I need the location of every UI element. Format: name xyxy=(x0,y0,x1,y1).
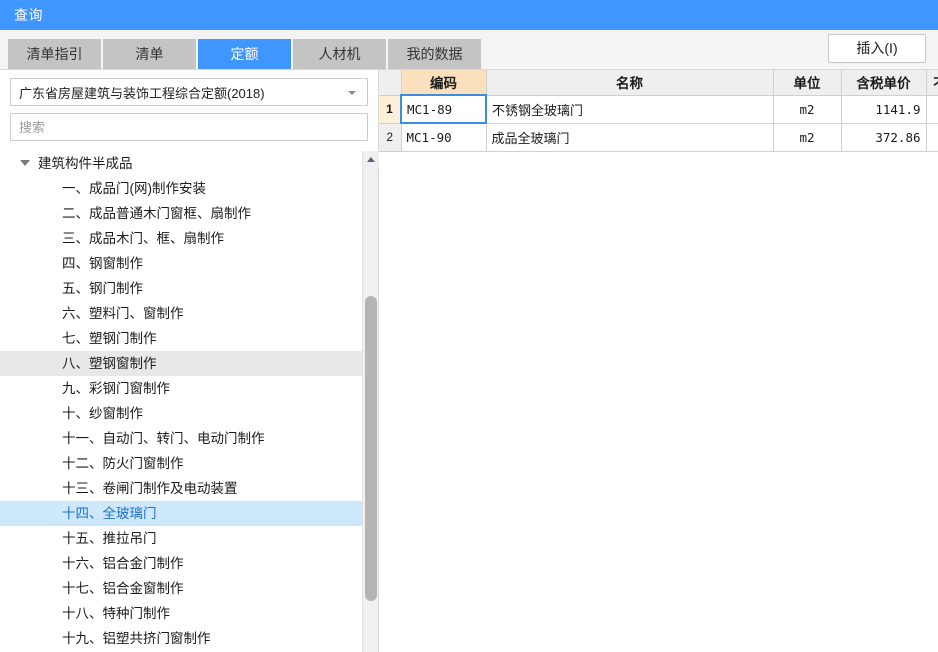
tree-item-label: 十八、特种门制作 xyxy=(62,606,170,621)
right-panel: 编码 名称 单位 含税单价 不 1MC1-89不锈钢全玻璃门m21141.92M… xyxy=(379,70,938,652)
row-number[interactable]: 1 xyxy=(379,95,402,124)
column-header-gutter xyxy=(379,70,402,96)
tree-item[interactable]: 十六、铝合金门制作 xyxy=(0,551,362,576)
tab-rencaiji[interactable]: 人材机 xyxy=(293,39,386,69)
tree-item[interactable]: 二、成品普通木门窗框、扇制作 xyxy=(0,201,362,226)
column-header-unit[interactable]: 单位 xyxy=(773,70,842,96)
tree-item-label: 二、成品普通木门窗框、扇制作 xyxy=(62,206,251,221)
search-wrap xyxy=(0,106,378,141)
tree-item[interactable]: 六、塑料门、窗制作 xyxy=(0,301,362,326)
tree-item-label: 建筑构件半成品 xyxy=(38,156,133,171)
search-input[interactable] xyxy=(10,113,368,141)
left-panel: 广东省房屋建筑与装饰工程综合定额(2018) 建筑构件半成品一、成品门(网)制作… xyxy=(0,70,379,652)
expander-triangle-icon[interactable] xyxy=(20,160,30,166)
table-header: 编码 名称 单位 含税单价 不 xyxy=(379,70,938,96)
query-window: 查询 清单指引 清单 定额 人材机 我的数据 插入(I) 广东省房屋建筑与装饰工… xyxy=(0,0,938,652)
tree-item[interactable]: 七、塑钢门制作 xyxy=(0,326,362,351)
cell-taxed-price[interactable]: 372.86 xyxy=(841,123,927,152)
window-titlebar: 查询 xyxy=(0,0,938,30)
column-header-taxed-price[interactable]: 含税单价 xyxy=(841,70,927,96)
cell-code[interactable]: MC1-90 xyxy=(401,123,487,152)
window-title: 查询 xyxy=(14,7,43,23)
tree-item-label: 十九、铝塑共挤门窗制作 xyxy=(62,631,211,646)
tab-dinge[interactable]: 定额 xyxy=(198,39,291,69)
tree-item-label: 九、彩钢门窗制作 xyxy=(62,381,170,396)
tree-item-label: 十五、推拉吊门 xyxy=(62,531,157,546)
body-area: 广东省房屋建筑与装饰工程综合定额(2018) 建筑构件半成品一、成品门(网)制作… xyxy=(0,70,938,652)
scrollbar-thumb[interactable] xyxy=(365,296,377,601)
tree-item-label: 十一、自动门、转门、电动门制作 xyxy=(62,431,265,446)
insert-button[interactable]: 插入(I) xyxy=(828,34,926,63)
cell-next[interactable] xyxy=(926,123,938,152)
tree-item[interactable]: 十五、推拉吊门 xyxy=(0,526,362,551)
cell-next[interactable] xyxy=(926,95,938,124)
tree-item[interactable]: 十三、卷闸门制作及电动装置 xyxy=(0,476,362,501)
tab-qingdan[interactable]: 清单 xyxy=(103,39,196,69)
tree-item[interactable]: 八、塑钢窗制作 xyxy=(0,351,362,376)
table-row[interactable]: 1 MC1-89 不锈钢全玻璃门 m2 1141.9 xyxy=(379,94,938,124)
tree-item[interactable]: 四、钢窗制作 xyxy=(0,251,362,276)
tree-item-label: 八、塑钢窗制作 xyxy=(62,356,157,371)
tree-item-label: 四、钢窗制作 xyxy=(62,256,143,271)
cell-name[interactable]: 成品全玻璃门 xyxy=(486,123,774,152)
cell-code[interactable]: MC1-89 xyxy=(400,94,487,124)
tree-item[interactable]: 三、成品木门、框、扇制作 xyxy=(0,226,362,251)
table-row[interactable]: 2 MC1-90 成品全玻璃门 m2 372.86 xyxy=(379,123,938,152)
tree-item[interactable]: 九、彩钢门窗制作 xyxy=(0,376,362,401)
cell-unit[interactable]: m2 xyxy=(773,95,842,124)
tree-item[interactable]: 十四、全玻璃门 xyxy=(0,501,362,526)
library-select-value: 广东省房屋建筑与装饰工程综合定额(2018) xyxy=(19,85,265,101)
cell-name[interactable]: 不锈钢全玻璃门 xyxy=(486,95,774,124)
tree-item-label: 十六、铝合金门制作 xyxy=(62,556,184,571)
category-tree[interactable]: 建筑构件半成品一、成品门(网)制作安装二、成品普通木门窗框、扇制作 三、成品木门、… xyxy=(0,151,362,652)
row-number[interactable]: 2 xyxy=(379,123,402,152)
cell-unit[interactable]: m2 xyxy=(773,123,842,152)
tree-item-label: 十三、卷闸门制作及电动装置 xyxy=(62,481,238,496)
tree-item[interactable]: 十七、铝合金窗制作 xyxy=(0,576,362,601)
tree-item-label: 十二、防火门窗制作 xyxy=(62,456,184,471)
tree-wrap: 建筑构件半成品一、成品门(网)制作安装二、成品普通木门窗框、扇制作 三、成品木门、… xyxy=(0,151,379,652)
cell-taxed-price[interactable]: 1141.9 xyxy=(841,95,927,124)
column-header-name[interactable]: 名称 xyxy=(486,70,774,96)
tree-item-label: 十七、铝合金窗制作 xyxy=(62,581,184,596)
tree-item-label: 一、成品门(网)制作安装 xyxy=(62,181,206,196)
tree-item-label: 七、塑钢门制作 xyxy=(62,331,157,346)
tree-item[interactable]: 十八、特种门制作 xyxy=(0,601,362,626)
tree-scrollbar[interactable] xyxy=(362,151,379,652)
tree-item[interactable]: 五、钢门制作 xyxy=(0,276,362,301)
column-header-next[interactable]: 不 xyxy=(926,70,938,96)
quota-table: 编码 名称 单位 含税单价 不 1MC1-89不锈钢全玻璃门m21141.92M… xyxy=(379,70,938,152)
tree-item-label: 三、成品木门、框、扇制作 xyxy=(62,231,224,246)
tree-item[interactable]: 十一、自动门、转门、电动门制作 xyxy=(0,426,362,451)
tree-item[interactable]: 十二、防火门窗制作 xyxy=(0,451,362,476)
tree-item-label: 十、纱窗制作 xyxy=(62,406,143,421)
library-select[interactable]: 广东省房屋建筑与装饰工程综合定额(2018) xyxy=(10,78,368,106)
tab-strip: 清单指引 清单 定额 人材机 我的数据 插入(I) xyxy=(0,30,938,70)
column-header-code[interactable]: 编码 xyxy=(401,70,487,96)
scroll-up-arrow-icon[interactable] xyxy=(363,151,379,167)
tree-item[interactable]: 十、纱窗制作 xyxy=(0,401,362,426)
tree-item-label: 六、塑料门、窗制作 xyxy=(62,306,184,321)
tree-item[interactable]: 一、成品门(网)制作安装 xyxy=(0,176,362,201)
tree-item-label: 十四、全玻璃门 xyxy=(62,506,157,521)
header-row: 编码 名称 单位 含税单价 不 xyxy=(379,70,938,96)
tab-qingdan-zhiyin[interactable]: 清单指引 xyxy=(8,39,101,69)
tab-wodeshuju[interactable]: 我的数据 xyxy=(388,39,481,69)
library-select-wrap: 广东省房屋建筑与装饰工程综合定额(2018) xyxy=(0,70,378,106)
tree-item-label: 五、钢门制作 xyxy=(62,281,143,296)
chevron-down-icon xyxy=(347,86,359,98)
tree-item[interactable]: 十九、铝塑共挤门窗制作 xyxy=(0,626,362,651)
table-body: 1 MC1-89 不锈钢全玻璃门 m2 1141.9 2 MC1-90 成品全玻璃门 m2 372… xyxy=(379,94,938,152)
tree-item[interactable]: 建筑构件半成品 xyxy=(0,151,362,176)
